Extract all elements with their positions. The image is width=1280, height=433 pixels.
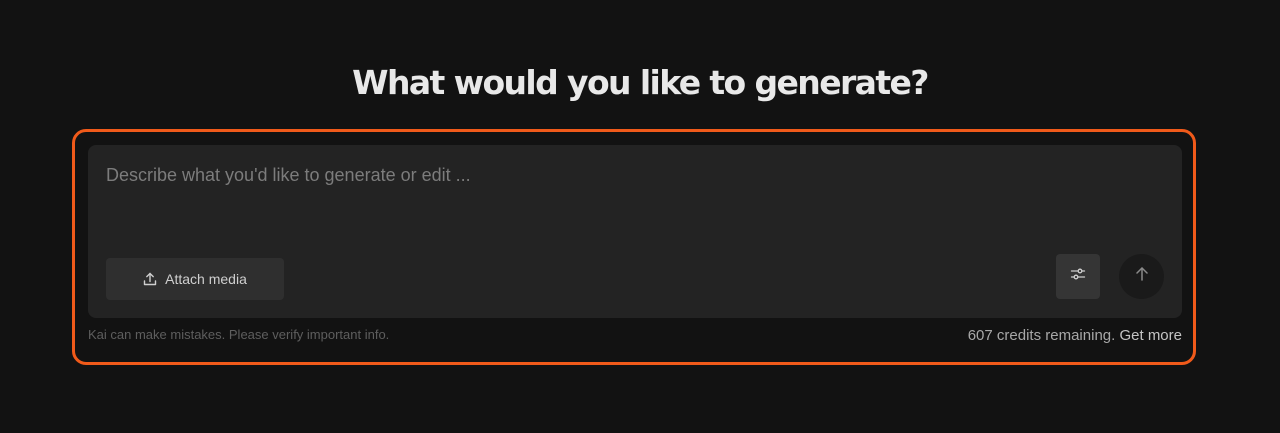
disclaimer-text: Kai can make mistakes. Please verify imp… xyxy=(88,327,390,342)
arrow-up-icon xyxy=(1134,266,1150,287)
prompt-input[interactable] xyxy=(106,161,1156,231)
credits-remaining: 607 credits remaining. xyxy=(967,327,1116,344)
credits-status: 607 credits remaining. Get more xyxy=(968,326,1182,346)
upload-icon xyxy=(143,272,157,286)
settings-button[interactable] xyxy=(1056,254,1100,299)
page: What would you like to generate? Attach … xyxy=(0,0,1280,433)
prompt-composer: Attach media xyxy=(88,145,1182,318)
send-button[interactable] xyxy=(1119,254,1164,299)
page-title: What would you like to generate? xyxy=(352,63,929,102)
attach-media-label: Attach media xyxy=(165,271,247,287)
sliders-icon xyxy=(1070,266,1086,287)
attach-media-button[interactable]: Attach media xyxy=(106,258,284,300)
get-more-link[interactable]: Get more xyxy=(1119,327,1182,344)
